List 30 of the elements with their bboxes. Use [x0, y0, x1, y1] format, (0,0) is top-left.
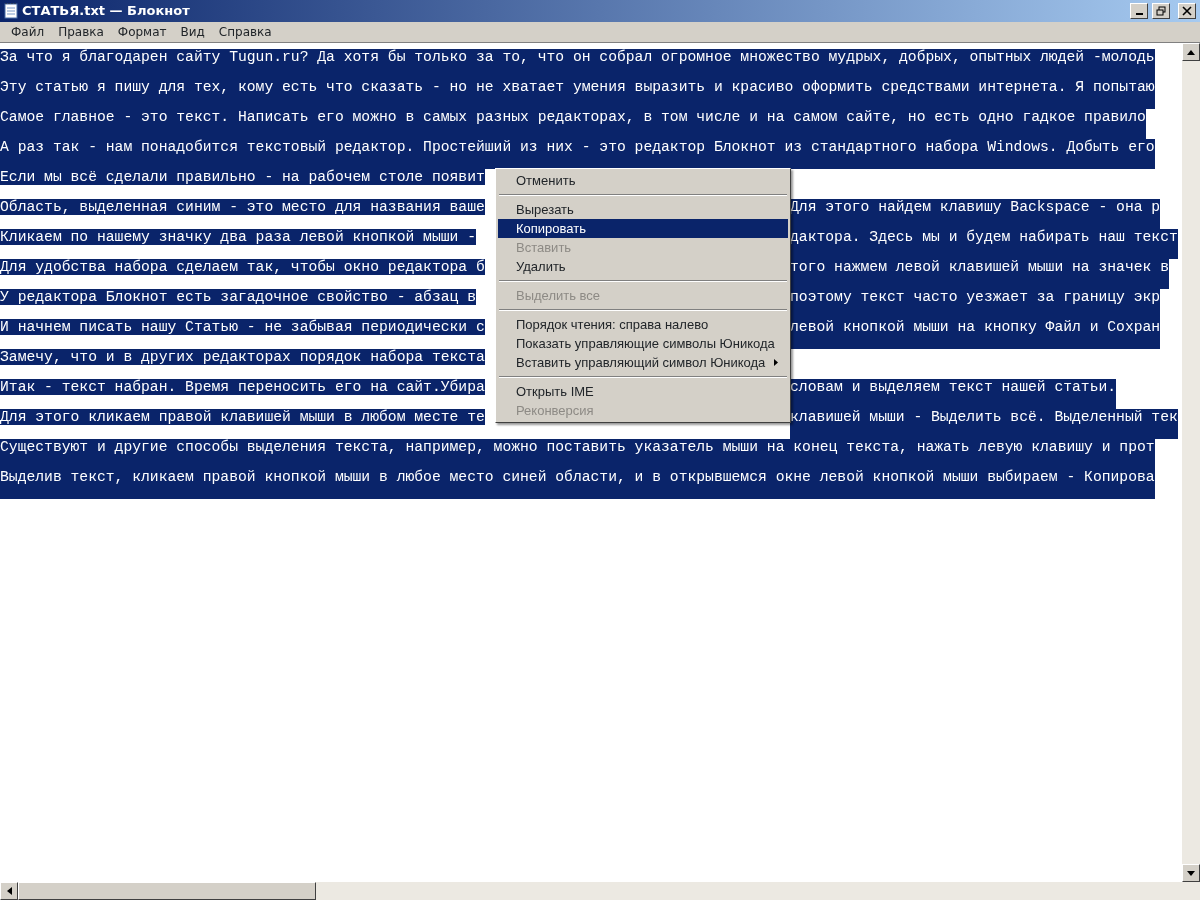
scroll-down-button[interactable]	[1182, 864, 1200, 882]
menu-item[interactable]: Справка	[211, 22, 279, 42]
minimize-button[interactable]	[1130, 3, 1148, 19]
close-button[interactable]	[1178, 3, 1196, 19]
restore-icon	[1156, 6, 1166, 16]
up-arrow-icon	[1187, 49, 1195, 55]
down-arrow-icon	[1187, 870, 1195, 876]
scroll-thumb[interactable]	[18, 882, 316, 900]
menu-option[interactable]: Удалить	[498, 257, 788, 276]
left-arrow-icon	[6, 887, 12, 895]
horizontal-scrollbar[interactable]	[0, 882, 1200, 900]
minimize-icon	[1135, 13, 1143, 15]
window-title: СТАТЬЯ.txt — Блокнот	[22, 2, 191, 20]
menu-item[interactable]: Правка	[51, 22, 111, 42]
menu-option[interactable]: Показать управляющие символы Юникода	[498, 334, 788, 353]
menu-option[interactable]: Отменить	[498, 171, 788, 190]
scroll-up-button[interactable]	[1182, 43, 1200, 61]
vertical-scrollbar[interactable]	[1182, 43, 1200, 882]
scroll-left-button[interactable]	[0, 882, 18, 900]
notepad-icon	[4, 3, 18, 19]
menu-item[interactable]: Вид	[173, 22, 212, 42]
maximize-button[interactable]	[1152, 3, 1170, 19]
close-icon	[1182, 6, 1192, 16]
menu-option[interactable]: Порядок чтения: справа налево	[498, 315, 788, 334]
menu-item[interactable]: Файл	[4, 22, 52, 42]
menu-option[interactable]: Открыть IME	[498, 382, 788, 401]
menu-option[interactable]: Вставить управляющий символ Юникода	[498, 353, 788, 372]
menu-item[interactable]: Формат	[110, 22, 174, 42]
menu-option[interactable]: Вырезать	[498, 200, 788, 219]
menu-option[interactable]: Копировать	[498, 219, 788, 238]
